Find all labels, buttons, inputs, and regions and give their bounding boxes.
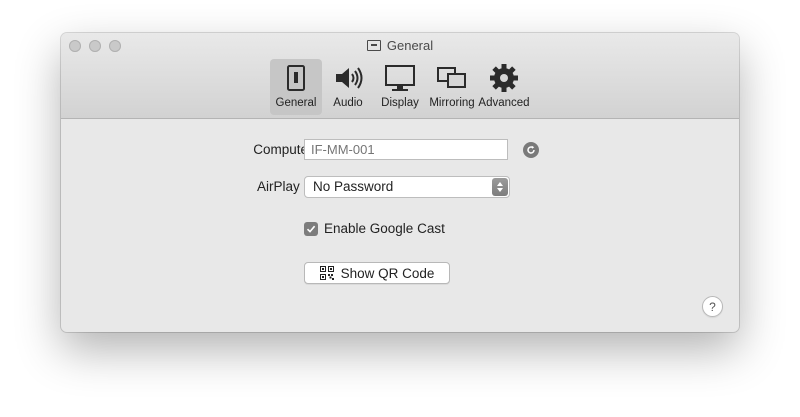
stage: General General Audio Display Mirroring …	[0, 0, 800, 417]
select-stepper-icon	[492, 178, 508, 196]
tab-mirroring[interactable]: Mirroring	[426, 59, 478, 115]
speaker-icon	[336, 67, 363, 89]
general-pane: Computer Name: AirPlay Security: No Pass…	[61, 119, 739, 332]
gear-icon	[490, 64, 518, 92]
airplay-security-select[interactable]: No Password	[304, 176, 510, 198]
computer-name-input[interactable]	[311, 142, 501, 157]
show-qr-code-button[interactable]: Show QR Code	[304, 262, 450, 284]
tab-display[interactable]: Display	[374, 59, 426, 115]
google-cast-label: Enable Google Cast	[324, 221, 445, 236]
qr-code-icon	[319, 266, 334, 280]
airplay-security-value: No Password	[313, 179, 394, 194]
google-cast-checkbox[interactable]	[304, 221, 318, 236]
tab-advanced[interactable]: Advanced	[478, 59, 530, 115]
show-qr-code-label: Show QR Code	[340, 265, 435, 281]
window-title-text: General	[386, 38, 434, 53]
general-icon	[366, 40, 381, 51]
tab-general[interactable]: General	[270, 59, 322, 115]
computer-name-field[interactable]	[304, 139, 508, 160]
checkmark-icon	[306, 225, 316, 233]
refresh-name-button[interactable]	[523, 142, 539, 158]
window-title: General	[61, 38, 739, 53]
google-cast-option[interactable]: Enable Google Cast	[304, 221, 445, 236]
help-button[interactable]: ?	[702, 296, 723, 317]
titlebar: General General Audio Display Mirroring …	[61, 33, 739, 119]
help-icon: ?	[709, 299, 716, 314]
tab-audio[interactable]: Audio	[322, 59, 374, 115]
monitor-icon	[385, 65, 415, 91]
switch-icon	[287, 65, 305, 91]
refresh-icon	[527, 145, 535, 154]
preferences-window: General General Audio Display Mirroring …	[61, 33, 739, 332]
mirroring-icon	[437, 67, 466, 88]
preferences-toolbar: General Audio Display Mirroring Advanced	[61, 59, 739, 115]
